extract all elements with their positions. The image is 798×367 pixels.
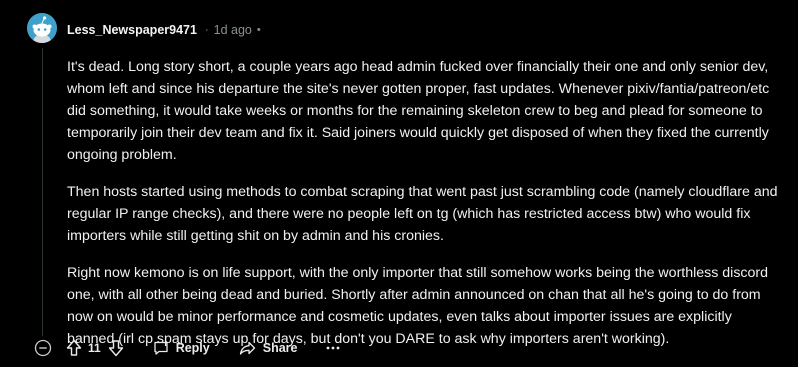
collapse-minus-icon bbox=[34, 339, 52, 357]
downvote-button[interactable] bbox=[108, 339, 124, 357]
avatar[interactable] bbox=[27, 13, 57, 43]
upvote-arrow-icon bbox=[66, 339, 82, 356]
vote-count: 11 bbox=[88, 341, 101, 355]
share-button[interactable]: Share bbox=[239, 340, 298, 356]
comment-paragraph-2: Then hosts started using methods to comb… bbox=[67, 184, 778, 244]
share-label: Share bbox=[262, 341, 298, 355]
edited-marker: • bbox=[256, 24, 261, 36]
timestamp[interactable]: 1d ago bbox=[214, 23, 252, 37]
upvote-button[interactable] bbox=[66, 339, 82, 357]
downvote-arrow-icon bbox=[108, 340, 123, 357]
thread-line[interactable] bbox=[42, 48, 43, 336]
comment-header: Less_Newspaper9471 · 1d ago • bbox=[67, 20, 261, 40]
snoo-avatar-icon bbox=[27, 13, 57, 43]
comment-body: It's dead. Long story short, a couple ye… bbox=[67, 56, 779, 365]
vote-group: 11 bbox=[66, 339, 124, 357]
speech-bubble-icon bbox=[154, 341, 168, 355]
comment-paragraph-1: It's dead. Long story short, a couple ye… bbox=[67, 59, 770, 163]
meta-separator: · bbox=[204, 24, 209, 36]
username-link[interactable]: Less_Newspaper9471 bbox=[67, 23, 197, 37]
collapse-button[interactable] bbox=[34, 339, 52, 357]
more-options-button[interactable] bbox=[326, 346, 340, 350]
comment-action-bar: 11 Reply Share bbox=[34, 337, 340, 359]
reply-button[interactable]: Reply bbox=[153, 340, 210, 356]
reply-label: Reply bbox=[175, 341, 210, 355]
share-arrow-icon bbox=[239, 341, 255, 355]
ellipsis-icon bbox=[327, 346, 340, 350]
comment: Less_Newspaper9471 · 1d ago • It's dead.… bbox=[0, 0, 798, 367]
